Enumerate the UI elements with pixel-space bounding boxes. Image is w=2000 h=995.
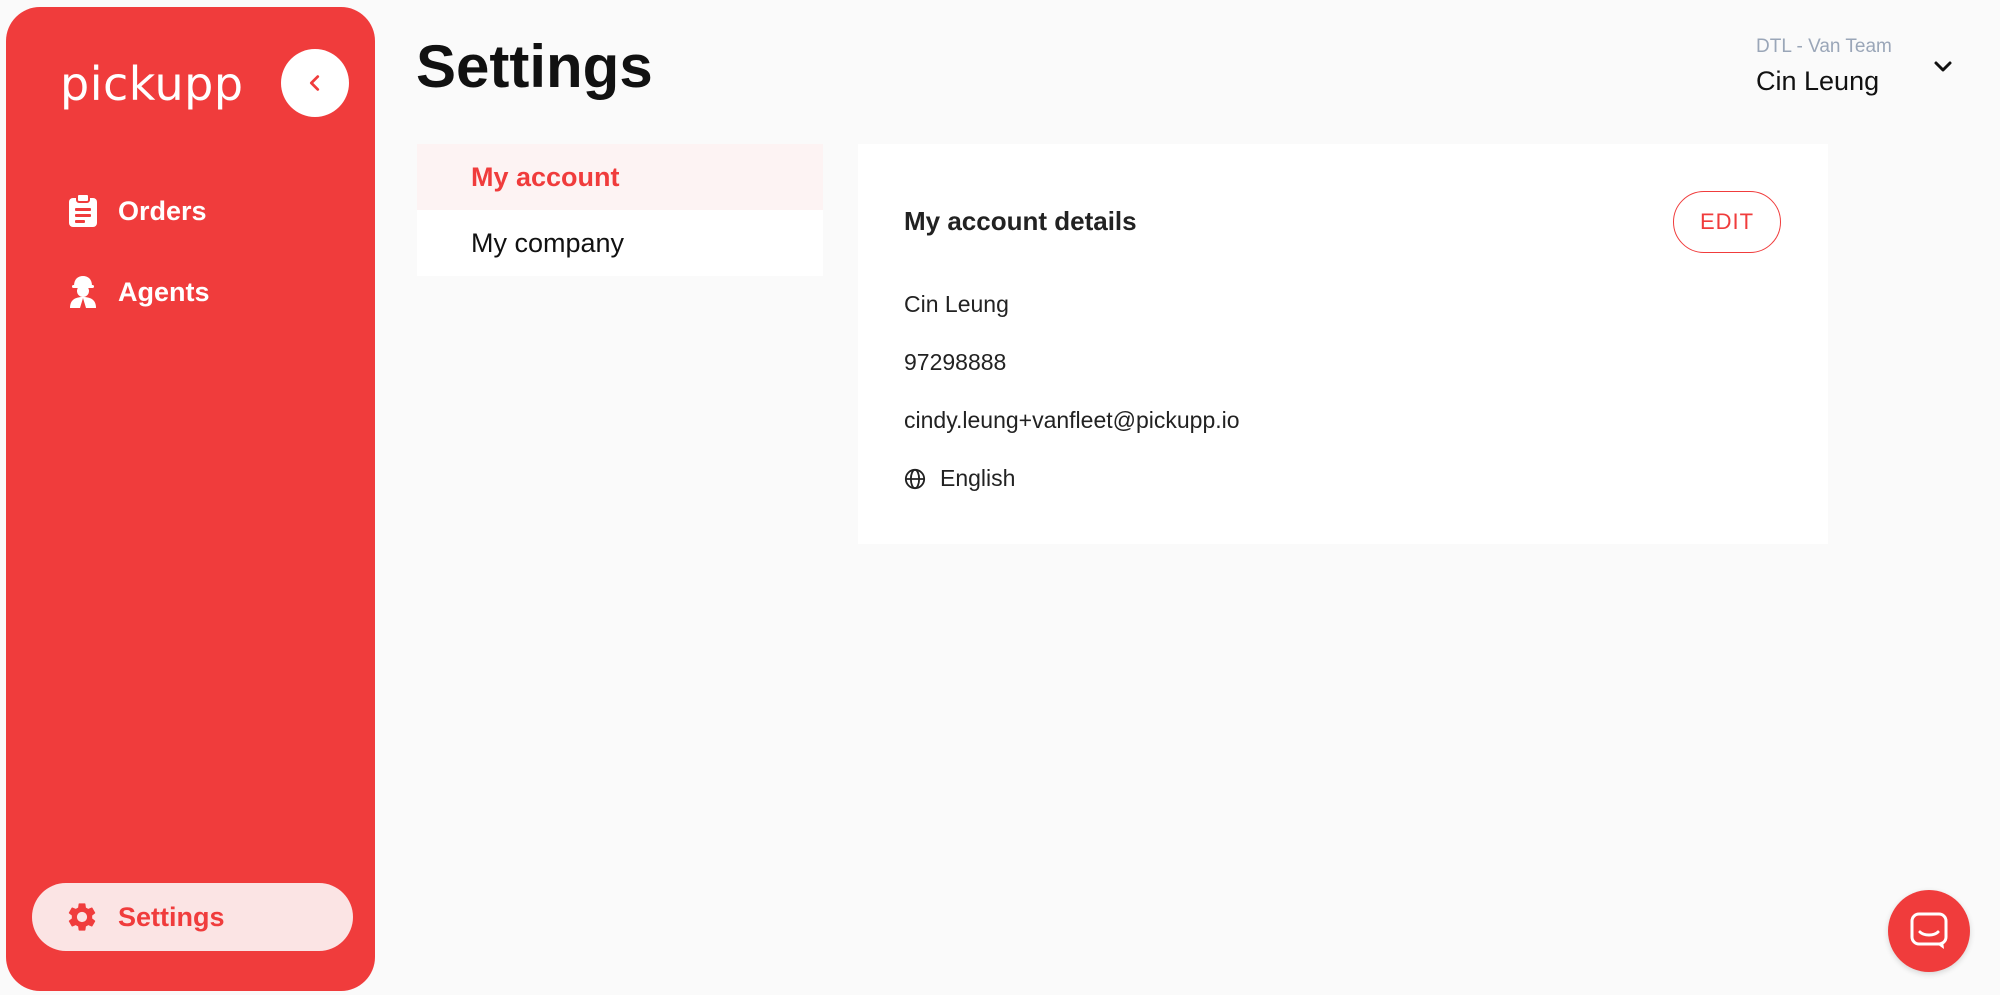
sidebar: pickupp Orders Agents Settings xyxy=(6,7,375,991)
chevron-left-icon xyxy=(309,75,320,91)
user-name: Cin Leung xyxy=(1756,66,1880,96)
account-name: Cin Leung xyxy=(904,291,1009,317)
pickupp-logo: pickupp xyxy=(60,57,244,111)
settings-subnav: My account My company xyxy=(417,144,823,276)
card-title: My account details xyxy=(904,206,1137,236)
chevron-down-icon[interactable] xyxy=(1931,54,1955,78)
user-menu[interactable]: DTL - Van Team Cin Leung xyxy=(1756,34,1966,96)
account-phone: 97298888 xyxy=(904,349,1007,375)
tab-my-company[interactable]: My company xyxy=(417,210,823,276)
user-team: DTL - Van Team xyxy=(1756,36,1892,57)
account-email: cindy.leung+vanfleet@pickupp.io xyxy=(904,407,1240,433)
clipboard-icon xyxy=(66,194,100,228)
sidebar-item-label: Orders xyxy=(118,195,207,226)
edit-button[interactable]: EDIT xyxy=(1673,191,1781,253)
sidebar-item-label: Agents xyxy=(118,276,210,307)
language-label: English xyxy=(940,465,1016,491)
sidebar-item-agents[interactable]: Agents xyxy=(66,268,210,316)
sidebar-item-label: Settings xyxy=(118,901,225,932)
globe-icon xyxy=(904,468,926,490)
sidebar-item-settings[interactable]: Settings xyxy=(32,883,353,951)
chat-button[interactable] xyxy=(1888,890,1970,972)
gear-icon xyxy=(64,899,100,935)
app: pickupp Orders Agents Settings Settings … xyxy=(0,0,2000,995)
sidebar-item-orders[interactable]: Orders xyxy=(66,187,207,235)
language-selector[interactable]: English xyxy=(904,465,1015,492)
page-title: Settings xyxy=(416,33,653,100)
chat-icon xyxy=(1910,912,1948,949)
tab-my-account[interactable]: My account xyxy=(417,144,823,210)
account-details-card: My account details EDIT Cin Leung 972988… xyxy=(858,144,1828,544)
collapse-sidebar-button[interactable] xyxy=(281,49,349,117)
agent-icon xyxy=(66,275,100,309)
